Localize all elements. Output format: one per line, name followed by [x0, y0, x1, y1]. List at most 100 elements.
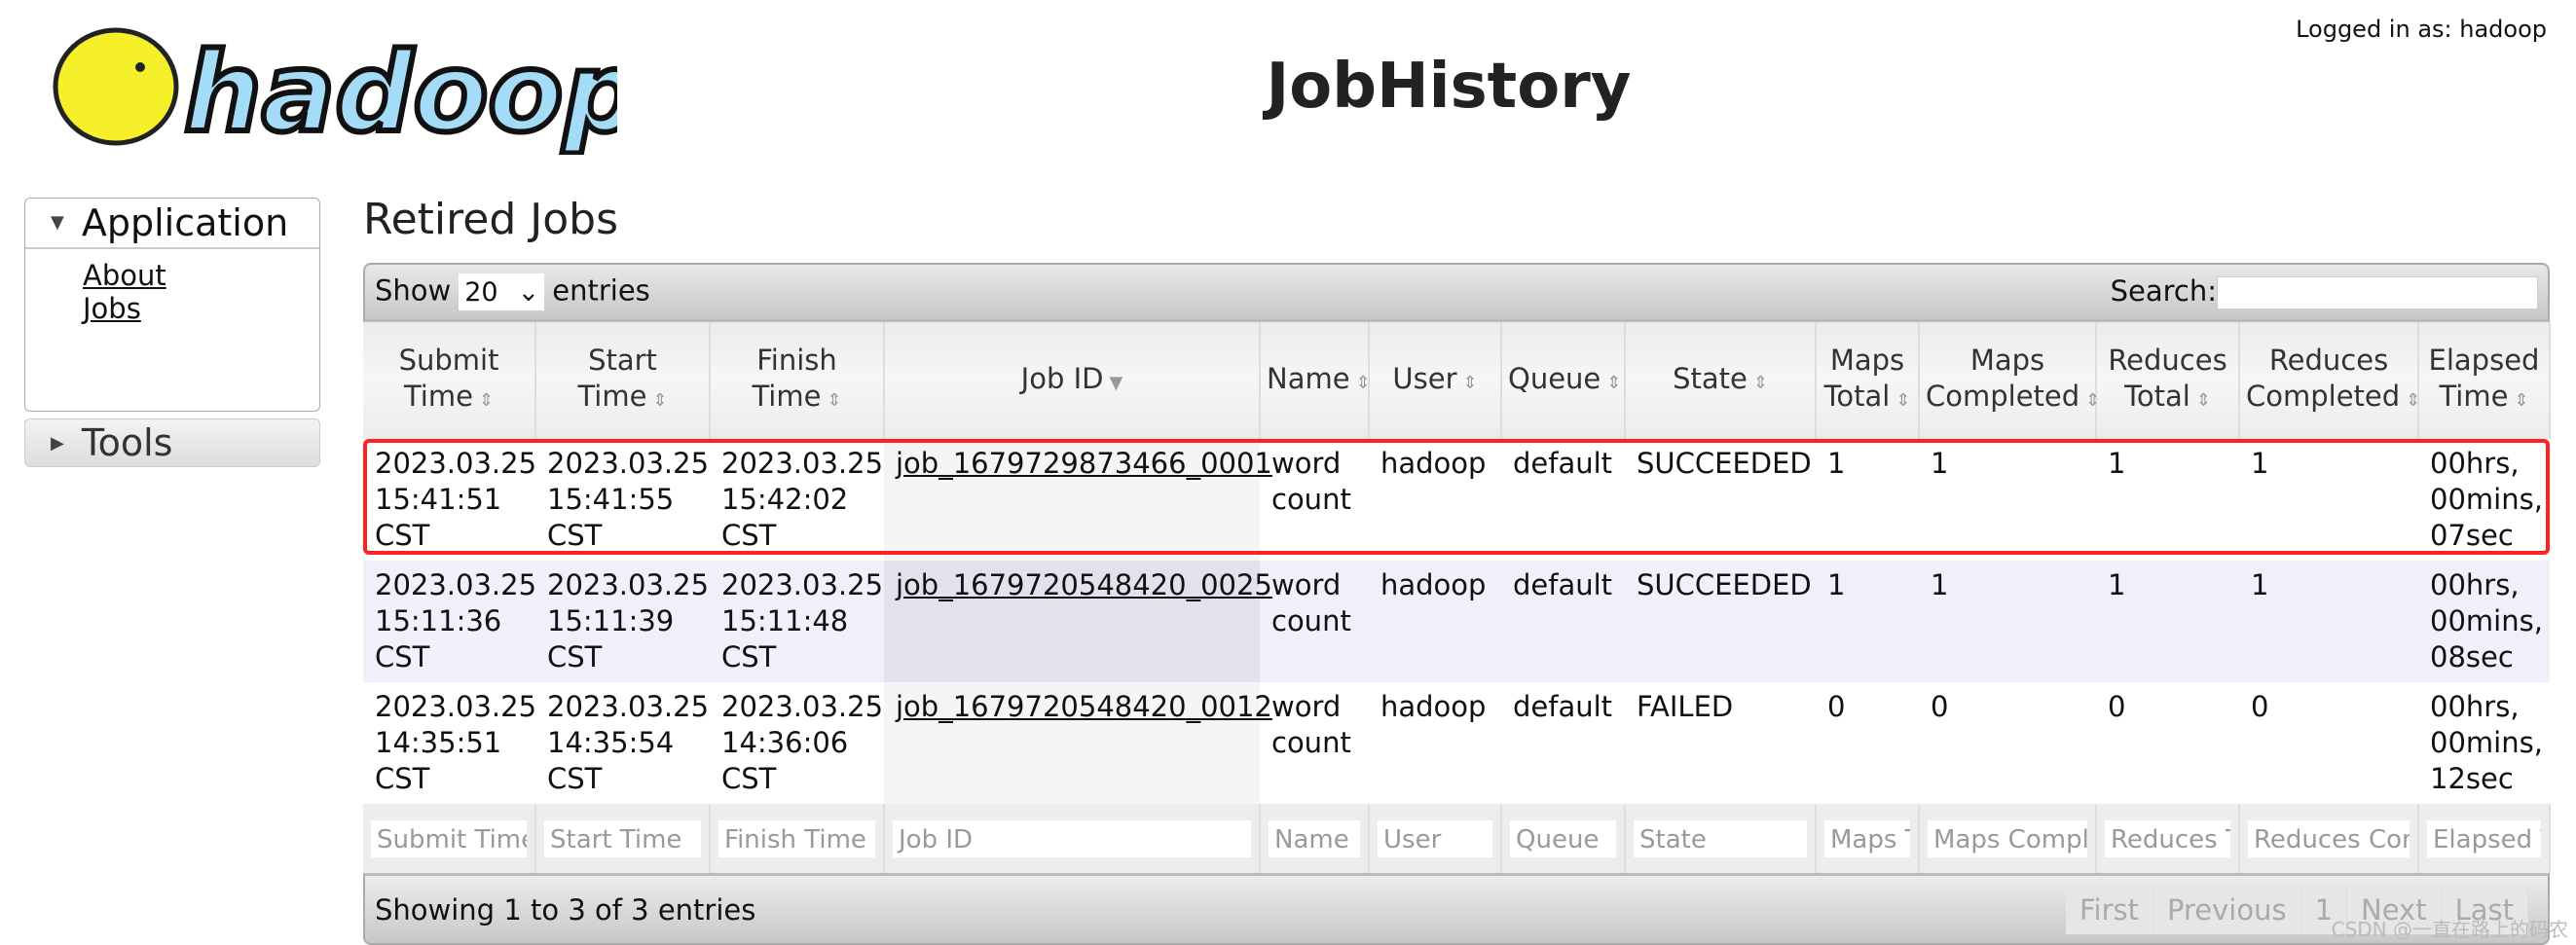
table-cell: 1	[1816, 439, 1919, 561]
filter-cell: Reduces Completed	[2239, 804, 2419, 873]
table-cell: SUCCEEDED	[1625, 561, 1816, 682]
table-cell: 2023.03.25 14:35:54 CST	[535, 682, 710, 804]
pagination-previous[interactable]: Previous	[2153, 885, 2301, 934]
filter-cell: State	[1625, 804, 1817, 873]
column-filter-input[interactable]: Elapsed Time	[2427, 819, 2541, 857]
sort-icon: ⇕	[1895, 390, 1911, 411]
column-header[interactable]: Submit Time ⇕	[363, 322, 536, 439]
sort-icon: ⇕	[652, 390, 668, 411]
sort-desc-icon: ▼	[1109, 372, 1123, 393]
jobs-table: Submit Time ⇕ Start Time ⇕ Finish Time ⇕ Job I…	[363, 322, 2551, 873]
column-header[interactable]: Maps Total ⇕	[1816, 322, 1920, 439]
sidebar-tools[interactable]: ▶ Tools	[24, 418, 320, 467]
table-cell: 1	[2096, 439, 2239, 561]
column-header[interactable]: Reduces Completed ⇕	[2239, 322, 2420, 439]
column-filter-input[interactable]: Maps Total	[1824, 819, 1910, 857]
table-cell: hadoop	[1369, 561, 1501, 682]
pagination-first[interactable]: First	[2065, 885, 2153, 934]
table-cell: job_1679729873466_0001	[884, 439, 1272, 561]
column-header[interactable]: User ⇕	[1369, 322, 1502, 439]
table-cell: default	[1501, 561, 1625, 682]
application-label: Application	[81, 201, 289, 244]
table-cell: SUCCEEDED	[1625, 439, 1816, 561]
job-id-link[interactable]: job_1679720548420_0025	[896, 568, 1272, 601]
section-heading: Retired Jobs	[363, 195, 619, 244]
filter-cell: Job ID	[884, 804, 1261, 873]
table-cell: 00hrs, 00mins, 08sec	[2418, 561, 2550, 682]
filter-cell: Reduces Total	[2096, 804, 2240, 873]
sidebar-link-jobs[interactable]: Jobs	[83, 292, 319, 325]
table-cell: 0	[2239, 682, 2418, 804]
table-cell: job_1679720548420_0025	[884, 561, 1272, 682]
table-cell: 1	[1816, 561, 1919, 682]
table-cell: 1	[1919, 561, 2096, 682]
column-filter-input[interactable]: Name	[1269, 819, 1360, 857]
application-header[interactable]: ▼ Application	[25, 199, 319, 249]
tools-label: Tools	[81, 421, 173, 464]
column-filter-input[interactable]: Start Time	[544, 819, 701, 857]
table-row: 2023.03.25 15:41:51 CST 2023.03.25 15:41:…	[363, 439, 2550, 561]
job-id-link[interactable]: job_1679720548420_0012	[896, 690, 1272, 723]
table-cell: 00hrs, 00mins, 12sec	[2418, 682, 2550, 804]
sort-icon: ⇕	[2195, 390, 2211, 411]
column-header[interactable]: Job ID ▼	[884, 322, 1261, 439]
column-filter-input[interactable]: Maps Completed	[1928, 819, 2087, 857]
table-row: 2023.03.25 14:35:51 CST 2023.03.25 14:35:…	[363, 682, 2550, 804]
sort-icon: ⇕	[827, 390, 842, 411]
table-cell: 2023.03.25 15:42:02 CST	[710, 439, 884, 561]
column-header-label: Maps Total	[1823, 344, 1905, 413]
table-cell: 0	[1919, 682, 2096, 804]
column-filter-input[interactable]: State	[1634, 819, 1807, 857]
page-title: JobHistory	[1266, 51, 1632, 123]
filter-cell: Name	[1260, 804, 1370, 873]
sort-icon: ⇕	[1752, 372, 1768, 393]
filter-cell: User	[1369, 804, 1502, 873]
column-filter-input[interactable]: Job ID	[893, 819, 1251, 857]
table-cell: FAILED	[1625, 682, 1816, 804]
filter-cell: Maps Completed	[1919, 804, 2097, 873]
entries-select[interactable]: 20 ⌄	[459, 273, 545, 310]
column-filter-input[interactable]: User	[1378, 819, 1492, 857]
table-cell: 2023.03.25 14:36:06 CST	[710, 682, 884, 804]
table-cell: word count	[1260, 561, 1369, 682]
column-header-label: Finish Time	[752, 344, 837, 413]
sort-icon: ⇕	[1606, 372, 1622, 393]
column-header[interactable]: Start Time ⇕	[535, 322, 711, 439]
filter-cell: Maps Total	[1816, 804, 1920, 873]
column-header-label: Start Time	[577, 344, 657, 413]
filter-cell: Finish Time	[710, 804, 885, 873]
column-header[interactable]: State ⇕	[1625, 322, 1817, 439]
column-header[interactable]: Finish Time ⇕	[710, 322, 885, 439]
entries-value: 20	[464, 276, 498, 308]
search-input[interactable]	[2217, 276, 2538, 309]
table-cell: hadoop	[1369, 439, 1501, 561]
column-header-label: Maps Completed	[1926, 344, 2080, 413]
column-header-label: Reduces Completed	[2246, 344, 2401, 413]
job-id-link[interactable]: job_1679729873466_0001	[896, 447, 1272, 480]
table-cell: 1	[2239, 439, 2418, 561]
table-cell: default	[1501, 682, 1625, 804]
sidebar-link-about[interactable]: About	[83, 259, 319, 292]
column-filter-input[interactable]: Reduces Total	[2105, 819, 2230, 857]
table-cell: 2023.03.25 15:41:55 CST	[535, 439, 710, 561]
table-cell: 1	[2096, 561, 2239, 682]
sort-icon: ⇕	[478, 390, 495, 411]
sort-icon: ⇕	[2514, 390, 2529, 411]
table-row: 2023.03.25 15:11:36 CST 2023.03.25 15:11:…	[363, 561, 2550, 682]
table-cell: hadoop	[1369, 682, 1501, 804]
table-cell: word count	[1260, 439, 1369, 561]
column-header[interactable]: Maps Completed ⇕	[1919, 322, 2100, 439]
column-filter-input[interactable]: Queue	[1510, 819, 1616, 857]
column-header[interactable]: Reduces Total ⇕	[2096, 322, 2240, 439]
chevron-down-icon: ⌄	[517, 276, 540, 308]
show-label: Show	[375, 273, 452, 308]
table-cell: 2023.03.25 15:11:39 CST	[535, 561, 710, 682]
column-header[interactable]: Queue ⇕	[1501, 322, 1626, 439]
column-filter-input[interactable]: Finish Time	[718, 819, 875, 857]
column-header[interactable]: Elapsed Time ⇕	[2418, 322, 2551, 439]
column-header-label: Name	[1267, 361, 1350, 395]
column-filter-input[interactable]: Submit Time	[371, 819, 527, 857]
table-cell: 1	[1919, 439, 2096, 561]
column-header[interactable]: Name ⇕	[1260, 322, 1371, 439]
column-filter-input[interactable]: Reduces Completed	[2248, 819, 2410, 857]
